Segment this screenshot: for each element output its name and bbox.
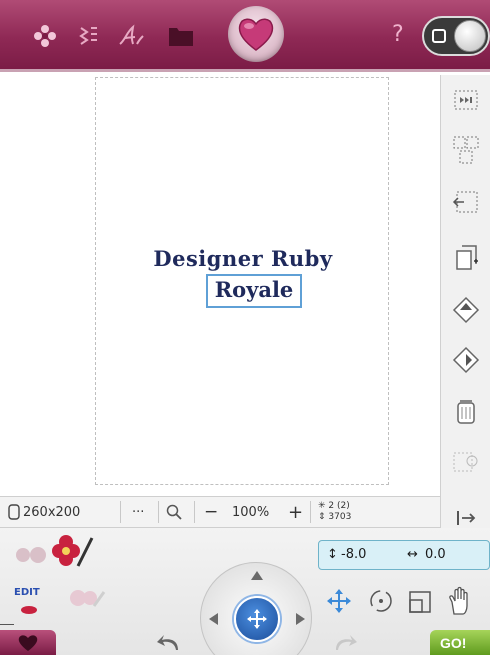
thread-spool-icon	[20, 600, 38, 619]
hoop-area[interactable]: Designer Ruby Royale	[95, 77, 389, 485]
hoop-icon	[8, 504, 20, 520]
stitch-count-icon: ⇕	[318, 512, 326, 522]
edit-stitches-icon[interactable]	[66, 584, 106, 616]
font-icon[interactable]	[116, 22, 146, 50]
color-count: 2 (2)	[328, 501, 350, 511]
center-design-button[interactable]	[234, 596, 280, 642]
zoom-out-button[interactable]: −	[204, 497, 218, 527]
delete-icon[interactable]	[449, 395, 483, 429]
bottom-panel: ↕ -8.0 ↔ 0.0	[0, 528, 490, 655]
arrow-up-icon[interactable]	[251, 571, 263, 580]
skip-icon[interactable]	[449, 83, 483, 117]
zoom-level: 100%	[232, 497, 269, 527]
status-bar: 260x200 ··· − 100% + ✳ 2 (2) ⇕ 3703	[0, 496, 440, 528]
mirror-horizontal-icon[interactable]	[449, 343, 483, 377]
top-toolbar: ?	[0, 0, 490, 72]
edit-indicator-line	[0, 624, 14, 625]
selected-text-box[interactable]: Royale	[206, 274, 302, 308]
zoom-out-label: −	[204, 502, 219, 522]
paint-flower-icon[interactable]	[52, 534, 94, 574]
toggle-knob	[454, 20, 486, 52]
scale-icon[interactable]	[408, 590, 432, 618]
mirror-vertical-icon[interactable]	[449, 293, 483, 327]
applique-flowers-icon[interactable]	[14, 542, 50, 572]
select-all-icon[interactable]	[449, 185, 483, 219]
group-icon[interactable]	[449, 133, 483, 167]
folder-icon[interactable]	[166, 22, 196, 50]
edit-label[interactable]: EDIT	[14, 587, 40, 598]
vertical-arrows-icon: ↕	[327, 547, 338, 562]
zoom-in-button[interactable]: +	[288, 497, 303, 527]
applique-icon[interactable]	[449, 445, 483, 479]
stitch-info: ✳ 2 (2) ⇕ 3703	[318, 497, 351, 527]
design-text-line2: Royale	[214, 277, 294, 302]
design-workspace[interactable]: Designer Ruby Royale	[0, 75, 440, 495]
zoom-level-value: 100%	[232, 504, 270, 520]
help-icon[interactable]: ?	[392, 22, 404, 47]
hoop-size-display[interactable]: 260x200	[8, 497, 80, 527]
arrow-right-icon[interactable]	[296, 613, 305, 625]
flower-icon[interactable]	[30, 22, 60, 50]
toggle-switch[interactable]	[422, 16, 490, 56]
go-button[interactable]: GO!	[430, 630, 490, 655]
arrow-left-icon[interactable]	[209, 613, 218, 625]
color-count-icon: ✳	[318, 501, 326, 511]
zoom-search-icon[interactable]	[166, 497, 182, 527]
undo-icon[interactable]	[156, 632, 182, 655]
hoop-size-value: 260x200	[23, 504, 81, 520]
hoop-icon	[432, 29, 446, 43]
y-position: -8.0	[341, 547, 367, 562]
zoom-in-label: +	[288, 501, 304, 523]
move-mode-icon[interactable]	[326, 588, 352, 618]
stitch-icon[interactable]	[74, 22, 104, 50]
home-heart-button[interactable]	[228, 6, 284, 62]
redo-icon[interactable]	[332, 632, 358, 655]
heart-icon	[18, 634, 38, 651]
more-label: ···	[132, 504, 145, 520]
move-dpad[interactable]	[200, 562, 312, 655]
pan-hand-icon[interactable]	[446, 586, 474, 620]
stitch-count: 3703	[328, 512, 352, 522]
right-toolbar	[440, 75, 490, 575]
favorites-button[interactable]	[0, 630, 56, 655]
horizontal-arrows-icon: ↔	[407, 547, 418, 562]
rotate-icon[interactable]	[368, 588, 394, 618]
move-icon	[247, 609, 267, 629]
x-position: 0.0	[425, 547, 446, 562]
position-readout: ↕ -8.0 ↔ 0.0	[318, 540, 490, 570]
design-text-line1[interactable]: Designer Ruby	[96, 246, 390, 271]
duplicate-icon[interactable]	[449, 241, 483, 275]
more-button[interactable]: ···	[132, 497, 144, 527]
heart-icon	[238, 18, 274, 51]
